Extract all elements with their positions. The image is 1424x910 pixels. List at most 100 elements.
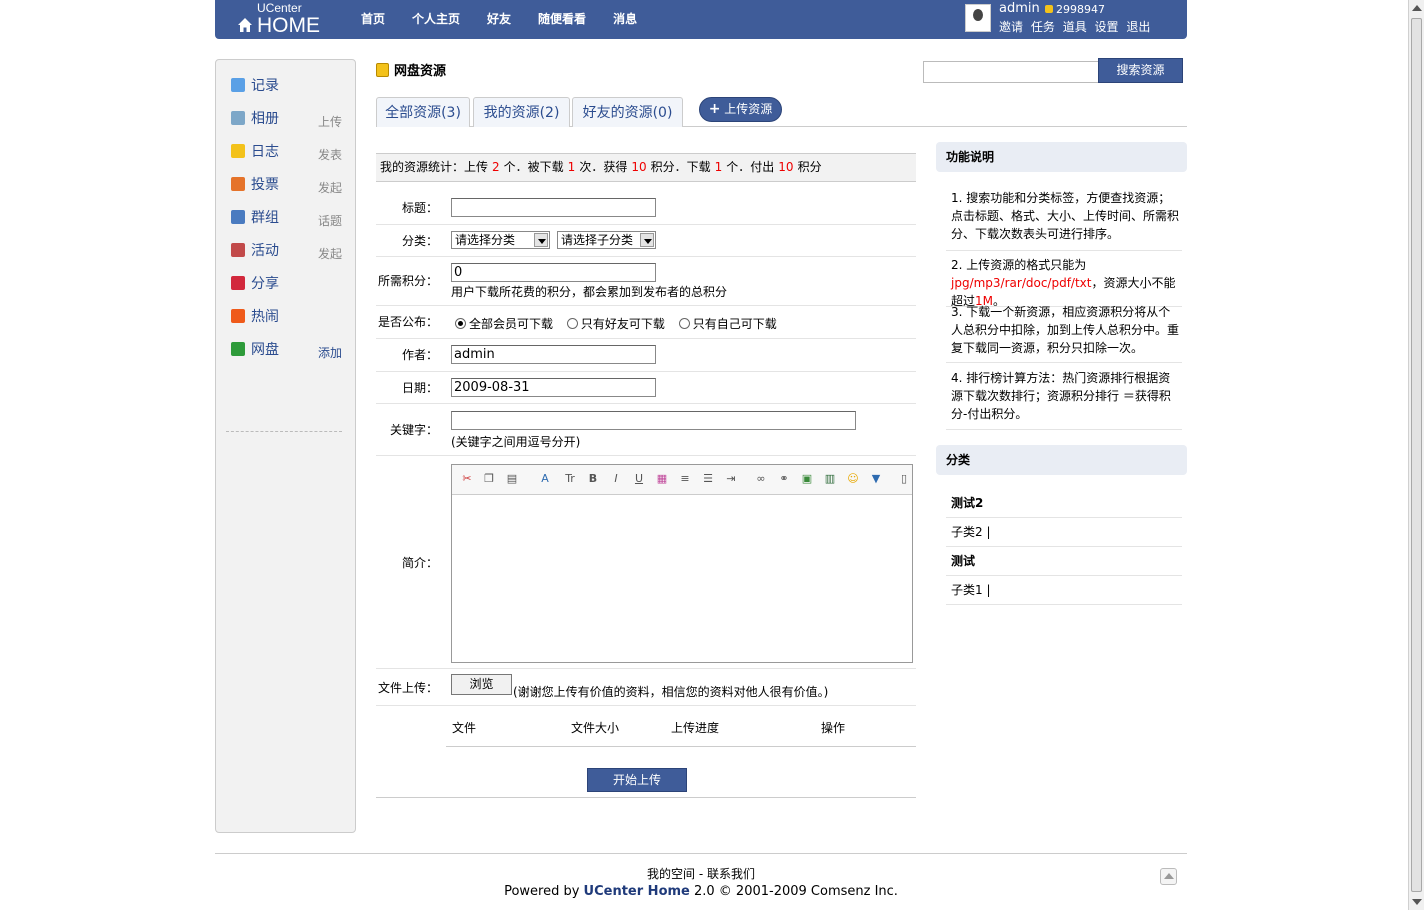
vertical-scrollbar[interactable]: [1408, 0, 1424, 910]
keywords-field[interactable]: [451, 411, 856, 430]
sidebar-item-action[interactable]: 发起: [318, 179, 342, 196]
source-icon[interactable]: ▯: [897, 472, 911, 486]
tab-mine[interactable]: 我的资源(2): [473, 97, 570, 127]
chevron-down-icon: [534, 233, 548, 247]
start-upload-button[interactable]: 开始上传: [587, 768, 687, 792]
sidebar-item-label[interactable]: 群组: [251, 210, 279, 226]
underline-icon[interactable]: U: [632, 472, 646, 486]
keywords-label: 关键字：: [389, 423, 438, 437]
category-select[interactable]: 请选择分类: [451, 231, 550, 249]
nav-explore[interactable]: 随便看看: [538, 0, 586, 39]
search-button[interactable]: 搜索资源: [1098, 58, 1183, 83]
stats-text: 个．付出: [726, 160, 775, 174]
font-family-icon[interactable]: A: [538, 472, 552, 486]
sidebar-item[interactable]: 分享: [230, 274, 342, 307]
sidebar-item[interactable]: 投票 发起: [230, 175, 342, 208]
subcategory-select[interactable]: 请选择子分类: [557, 231, 656, 249]
sidebar-item-action[interactable]: 发起: [318, 245, 342, 262]
props-link[interactable]: 道具: [1063, 20, 1087, 34]
nav-profile[interactable]: 个人主页: [412, 0, 460, 39]
sidebar-item[interactable]: 网盘 添加: [230, 340, 342, 373]
radio-icon[interactable]: [678, 318, 690, 329]
sidebar-item[interactable]: 热闹: [230, 307, 342, 340]
browse-button[interactable]: 浏览: [451, 674, 512, 695]
save-icon[interactable]: ▼: [869, 472, 883, 486]
sidebar-item[interactable]: 活动 发起: [230, 241, 342, 274]
sidebar-item-action[interactable]: 话题: [318, 212, 342, 229]
author-field[interactable]: admin: [451, 345, 656, 364]
avatar[interactable]: [965, 4, 991, 32]
scroll-thumb[interactable]: [1411, 18, 1422, 892]
task-link[interactable]: 任务: [1031, 20, 1055, 34]
font-size-icon[interactable]: Tr: [563, 472, 577, 486]
italic-icon[interactable]: I: [609, 472, 623, 486]
footer-brand-link[interactable]: UCenter Home: [584, 884, 690, 899]
emoticon-icon[interactable]: ☺: [846, 472, 860, 486]
paste-icon[interactable]: ▤: [505, 472, 519, 486]
sidebar-item[interactable]: 相册 上传: [230, 109, 342, 142]
unlink-icon[interactable]: ⚭: [777, 472, 791, 486]
sidebar-item-action[interactable]: 发表: [318, 146, 342, 163]
sidebar-item-action[interactable]: 上传: [318, 113, 342, 130]
sidebar-item-label[interactable]: 投票: [251, 177, 279, 193]
video-icon[interactable]: ▥: [823, 472, 837, 486]
bold-icon[interactable]: B: [586, 472, 600, 486]
keywords-hint: (关键字之间用逗号分开): [451, 435, 581, 449]
file-table-header: 文件 文件大小 上传进度 操作: [446, 706, 916, 747]
public-option-all[interactable]: 全部会员可下载: [455, 317, 553, 331]
sidebar-item-label[interactable]: 相册: [251, 111, 279, 127]
cut-icon[interactable]: ✂: [460, 472, 474, 486]
nav-friends[interactable]: 好友: [487, 0, 511, 39]
points-hint: 用户下载所花费的积分，都会累加到发布者的总积分: [451, 285, 728, 299]
footer-links[interactable]: 我的空间 - 联系我们: [215, 866, 1187, 882]
nav-messages[interactable]: 消息: [613, 0, 637, 39]
indent-icon[interactable]: ⇥: [724, 472, 738, 486]
upload-resource-button[interactable]: + 上传资源: [699, 97, 782, 122]
sidebar-item-label[interactable]: 活动: [251, 243, 279, 259]
category-item[interactable]: 测试: [946, 547, 1182, 576]
public-option-self[interactable]: 只有自己可下载: [678, 317, 777, 331]
public-option-friends-label: 只有好友可下载: [580, 317, 665, 331]
category-item[interactable]: 子类1 |: [946, 576, 1182, 605]
public-option-friends[interactable]: 只有好友可下载: [566, 317, 665, 331]
tab-friends[interactable]: 好友的资源(0): [572, 97, 683, 127]
go-top-icon[interactable]: [1160, 868, 1177, 885]
search-input[interactable]: [923, 61, 1098, 83]
scroll-up-icon[interactable]: [1412, 5, 1422, 11]
sidebar-item-label[interactable]: 日志: [251, 144, 279, 160]
category-row: 分类： 请选择分类 请选择子分类: [376, 225, 916, 257]
nav-home[interactable]: 首页: [361, 0, 385, 39]
date-field[interactable]: 2009-08-31: [451, 378, 656, 397]
link-icon[interactable]: ∞: [754, 472, 768, 486]
sidebar-item-label[interactable]: 记录: [251, 78, 279, 94]
sidebar-item[interactable]: 日志 发表: [230, 142, 342, 175]
title-field[interactable]: [451, 198, 656, 217]
sidebar-item-label[interactable]: 分享: [251, 276, 279, 292]
sidebar-item-label[interactable]: 热闹: [251, 309, 279, 325]
sidebar-item-label[interactable]: 网盘: [251, 342, 279, 358]
image-icon[interactable]: ▣: [800, 472, 814, 486]
logout-link[interactable]: 退出: [1126, 20, 1150, 34]
tab-all[interactable]: 全部资源(3): [376, 97, 470, 127]
settings-link[interactable]: 设置: [1095, 20, 1119, 34]
align-icon[interactable]: ≡: [678, 472, 692, 486]
editor-content[interactable]: [452, 496, 912, 662]
radio-icon[interactable]: [566, 318, 578, 329]
category-item[interactable]: 子类2 |: [946, 518, 1182, 547]
radio-checked-icon[interactable]: [455, 318, 466, 329]
keywords-row: 关键字： (关键字之间用逗号分开): [376, 404, 916, 456]
invite-link[interactable]: 邀请: [999, 20, 1023, 34]
sidebar-item-action[interactable]: 添加: [318, 344, 342, 361]
list-icon[interactable]: ☰: [701, 472, 715, 486]
help-panel-title: 功能说明: [936, 142, 1187, 172]
help-note-2: 2. 上传资源的格式只能为jpg/mp3/rar/doc/pdf/txt，资源大…: [946, 256, 1182, 308]
category-item[interactable]: 测试2: [946, 489, 1182, 518]
sidebar-item[interactable]: 记录: [230, 76, 342, 109]
footer-copyright: Powered by UCenter Home 2.0 © 2001-2009 …: [215, 882, 1187, 902]
copy-icon[interactable]: ❐: [482, 472, 496, 486]
points-field[interactable]: 0: [451, 263, 656, 282]
color-icon[interactable]: ▦: [655, 472, 669, 486]
sidebar-item[interactable]: 群组 话题: [230, 208, 342, 241]
scroll-down-icon[interactable]: [1412, 899, 1422, 905]
username[interactable]: admin: [999, 1, 1040, 16]
